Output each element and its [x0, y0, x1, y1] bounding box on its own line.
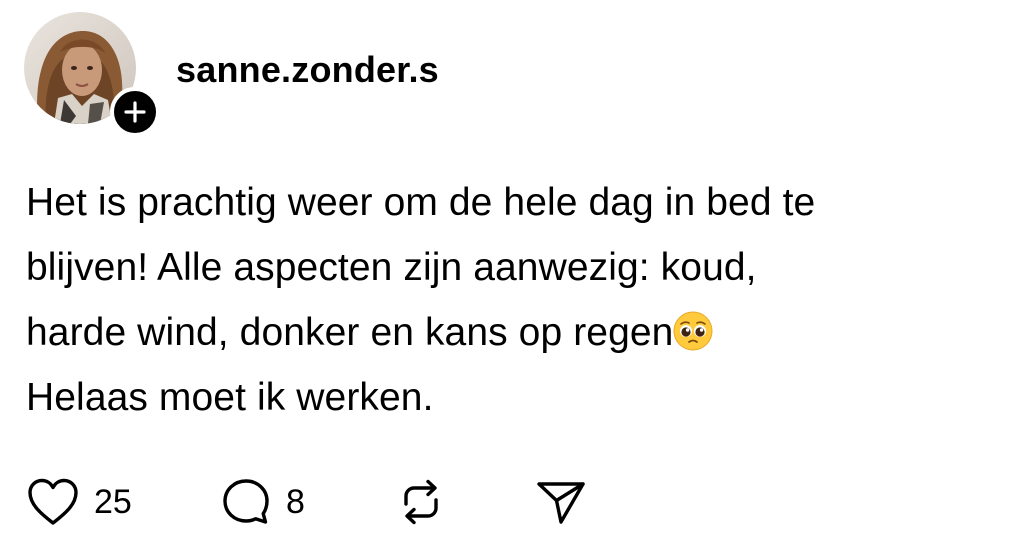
- comment-icon: [223, 479, 269, 524]
- like-button[interactable]: 25: [26, 477, 220, 527]
- thread-post: sanne.zonder.s Het is prachtig weer om d…: [0, 0, 1024, 552]
- reply-count: 8: [286, 483, 305, 521]
- post-text-line-with-emoji: harde wind, donker en kans op regen: [26, 300, 1006, 365]
- post-text-line: Het is prachtig weer om de hele dag in b…: [26, 181, 816, 224]
- post-body: Het is prachtig weer om de hele dag in b…: [26, 170, 1006, 430]
- post-text-line: Helaas moet ik werken.: [26, 376, 434, 419]
- reply-button[interactable]: 8: [220, 476, 396, 528]
- send-icon: [537, 482, 585, 524]
- repost-icon: [404, 479, 438, 525]
- plus-icon: [124, 101, 146, 123]
- post-actions: 25 8: [26, 474, 588, 530]
- repost-button[interactable]: [396, 476, 534, 528]
- like-count: 25: [94, 483, 132, 521]
- author-avatar-group: [24, 12, 160, 137]
- post-text-line: harde wind, donker en kans op regen: [26, 311, 674, 354]
- follow-button[interactable]: [110, 87, 160, 137]
- post-text-line: blijven! Alle aspecten zijn aanwezig: ko…: [26, 246, 757, 289]
- author-username[interactable]: sanne.zonder.s: [176, 46, 439, 94]
- share-button[interactable]: [534, 476, 588, 528]
- pleading-face-emoji-icon: [673, 311, 713, 351]
- heart-icon: [28, 478, 78, 525]
